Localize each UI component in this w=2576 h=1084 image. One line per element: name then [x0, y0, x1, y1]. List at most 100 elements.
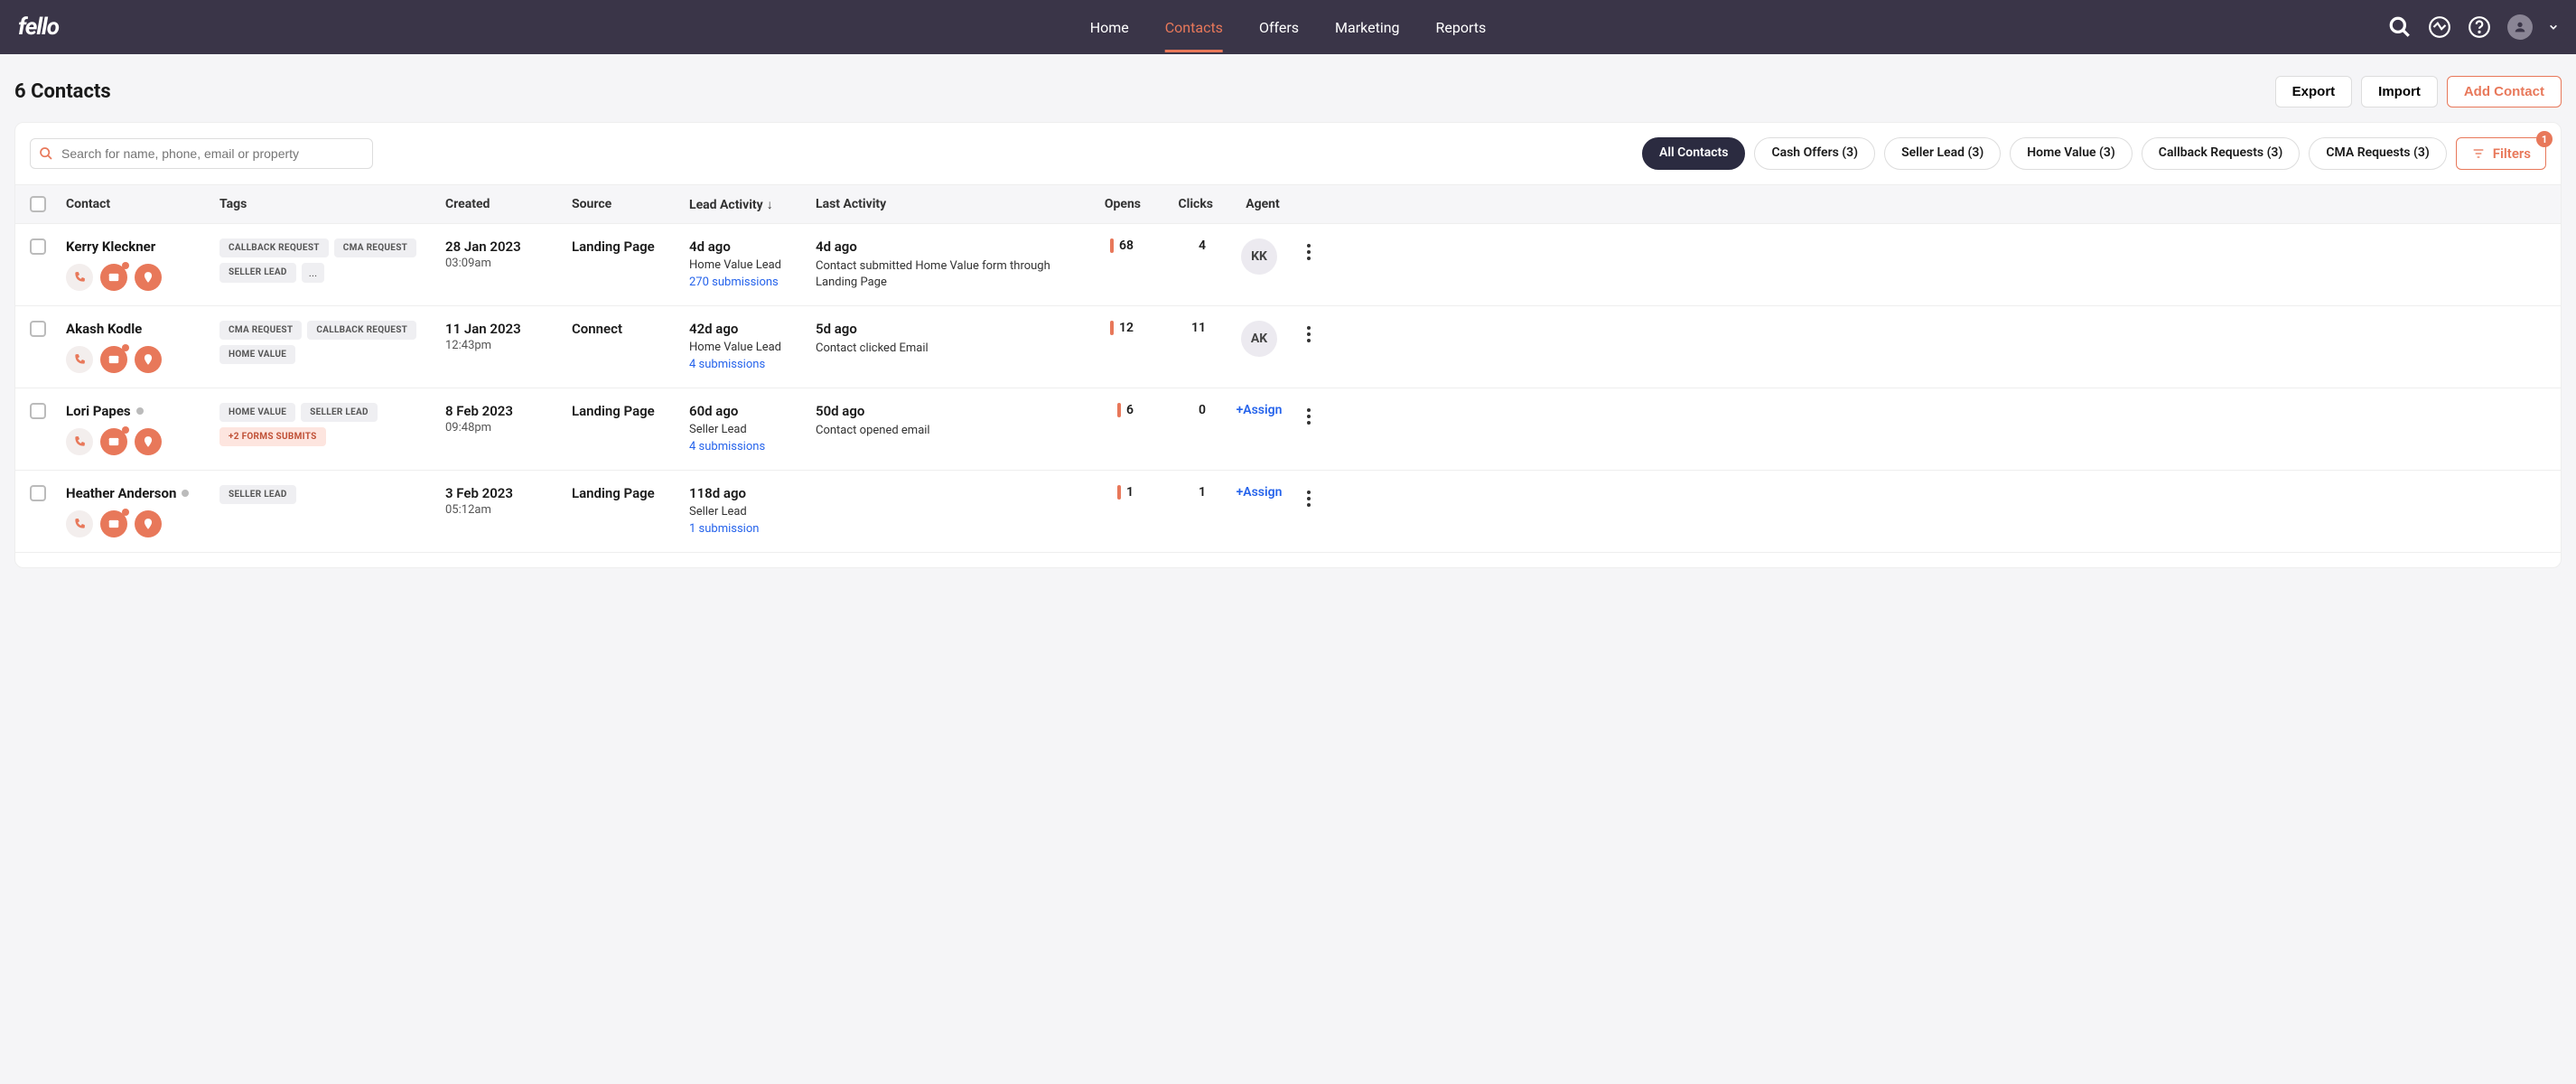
tag-more[interactable]: ...	[302, 263, 325, 283]
row-checkbox[interactable]	[30, 238, 46, 255]
assign-link[interactable]: +Assign	[1237, 485, 1283, 500]
import-button[interactable]: Import	[2361, 76, 2438, 107]
phone-icon[interactable]	[66, 346, 93, 373]
last-time: 4d ago	[816, 238, 1070, 255]
mail-icon[interactable]	[100, 428, 127, 455]
activity-icon[interactable]	[2428, 15, 2451, 39]
created-date: 8 Feb 2023	[445, 403, 565, 419]
row-checkbox[interactable]	[30, 321, 46, 337]
sort-arrow-icon: ↓	[767, 197, 773, 212]
search-wrap	[30, 138, 373, 169]
contact-name[interactable]: Kerry Kleckner	[66, 238, 212, 255]
user-avatar[interactable]	[2507, 14, 2533, 40]
table-header: Contact Tags Created Source Lead Activit…	[15, 184, 2561, 224]
chip-home[interactable]: Home Value (3)	[2010, 137, 2133, 170]
export-button[interactable]: Export	[2275, 76, 2353, 107]
col-tags[interactable]: Tags	[219, 197, 445, 211]
contact-name[interactable]: Heather Anderson	[66, 485, 212, 501]
lead-type: Home Value Lead	[689, 258, 808, 272]
help-icon[interactable]	[2468, 15, 2491, 39]
row-menu-button[interactable]	[1294, 238, 1323, 266]
pin-icon[interactable]	[135, 510, 162, 537]
search-input[interactable]	[30, 138, 373, 169]
filters-button[interactable]: Filters 1	[2456, 137, 2546, 170]
mail-icon[interactable]	[100, 264, 127, 291]
tag: SELLER LEAD	[301, 403, 378, 422]
row-checkbox[interactable]	[30, 403, 46, 419]
lead-link[interactable]: 270 submissions	[689, 276, 808, 289]
contact-icons	[66, 510, 212, 537]
created-date: 28 Jan 2023	[445, 238, 565, 255]
phone-icon[interactable]	[66, 510, 93, 537]
source: Landing Page	[572, 485, 682, 501]
col-source[interactable]: Source	[572, 197, 689, 211]
lead-link[interactable]: 1 submission	[689, 522, 808, 536]
filter-icon	[2471, 146, 2486, 161]
tags-wrap: SELLER LEAD	[219, 485, 438, 504]
chip-callback[interactable]: Callback Requests (3)	[2142, 137, 2301, 170]
filters-label: Filters	[2493, 145, 2531, 162]
search-input-icon	[39, 146, 53, 161]
filter-chips: All Contacts Cash Offers (3) Seller Lead…	[1642, 137, 2546, 170]
notif-dot	[122, 262, 129, 269]
header-actions: Export Import Add Contact	[2275, 76, 2562, 107]
table-row: Kerry Kleckner CALLBACK REQUESTCMA REQUE…	[15, 224, 2561, 306]
col-opens[interactable]: Opens	[1078, 197, 1141, 211]
chevron-down-icon[interactable]	[2549, 23, 2558, 32]
nav-contacts[interactable]: Contacts	[1165, 3, 1223, 52]
col-created[interactable]: Created	[445, 197, 572, 211]
clicks: 1	[1141, 485, 1213, 500]
notif-dot	[122, 426, 129, 434]
last-time: 50d ago	[816, 403, 1070, 419]
add-contact-button[interactable]: Add Contact	[2447, 76, 2562, 107]
col-last[interactable]: Last Activity	[816, 197, 1078, 211]
nav-reports[interactable]: Reports	[1436, 3, 1487, 52]
nav-marketing[interactable]: Marketing	[1335, 3, 1399, 52]
assign-link[interactable]: +Assign	[1237, 403, 1283, 417]
row-checkbox[interactable]	[30, 485, 46, 501]
pin-icon[interactable]	[135, 264, 162, 291]
nav-offers[interactable]: Offers	[1259, 3, 1299, 52]
pin-icon[interactable]	[135, 346, 162, 373]
col-lead[interactable]: Lead Activity↓	[689, 197, 816, 212]
row-menu-button[interactable]	[1294, 403, 1323, 430]
col-agent[interactable]: Agent	[1213, 197, 1294, 211]
agent-avatar[interactable]: AK	[1241, 321, 1277, 357]
tags-wrap: CALLBACK REQUESTCMA REQUESTSELLER LEAD..…	[219, 238, 438, 283]
contact-name[interactable]: Lori Papes	[66, 403, 212, 419]
lead-type: Home Value Lead	[689, 341, 808, 354]
select-all-checkbox[interactable]	[30, 196, 46, 212]
logo: fello	[18, 14, 59, 41]
opens: 1	[1078, 485, 1134, 500]
chip-cma[interactable]: CMA Requests (3)	[2309, 137, 2446, 170]
status-dot	[136, 407, 144, 415]
lead-time: 118d ago	[689, 485, 808, 501]
tag: SELLER LEAD	[219, 263, 296, 283]
row-menu-button[interactable]	[1294, 485, 1323, 512]
contact-name[interactable]: Akash Kodle	[66, 321, 212, 337]
chip-cash[interactable]: Cash Offers (3)	[1754, 137, 1875, 170]
mail-icon[interactable]	[100, 510, 127, 537]
notif-dot	[122, 509, 129, 516]
nav-home[interactable]: Home	[1090, 3, 1129, 52]
phone-icon[interactable]	[66, 428, 93, 455]
mail-icon[interactable]	[100, 346, 127, 373]
col-clicks[interactable]: Clicks	[1141, 197, 1213, 211]
last-desc: Contact opened email	[816, 423, 1070, 439]
search-icon[interactable]	[2388, 15, 2412, 39]
row-menu-button[interactable]	[1294, 321, 1323, 348]
table-row: Akash Kodle CMA REQUESTCALLBACK REQUESTH…	[15, 306, 2561, 388]
agent-avatar[interactable]: KK	[1241, 238, 1277, 275]
col-contact[interactable]: Contact	[66, 197, 219, 211]
chip-all[interactable]: All Contacts	[1642, 137, 1745, 170]
phone-icon[interactable]	[66, 264, 93, 291]
table-row: Heather Anderson SELLER LEAD 3 Feb 2023 …	[15, 471, 2561, 553]
tags-wrap: HOME VALUESELLER LEAD+2 FORMS SUBMITS	[219, 403, 438, 446]
lead-link[interactable]: 4 submissions	[689, 440, 808, 453]
open-bar-icon	[1110, 238, 1114, 253]
page-header: 6 Contacts Export Import Add Contact	[0, 54, 2576, 122]
pin-icon[interactable]	[135, 428, 162, 455]
chip-seller[interactable]: Seller Lead (3)	[1884, 137, 2001, 170]
lead-link[interactable]: 4 submissions	[689, 358, 808, 371]
tag: SELLER LEAD	[219, 485, 296, 504]
